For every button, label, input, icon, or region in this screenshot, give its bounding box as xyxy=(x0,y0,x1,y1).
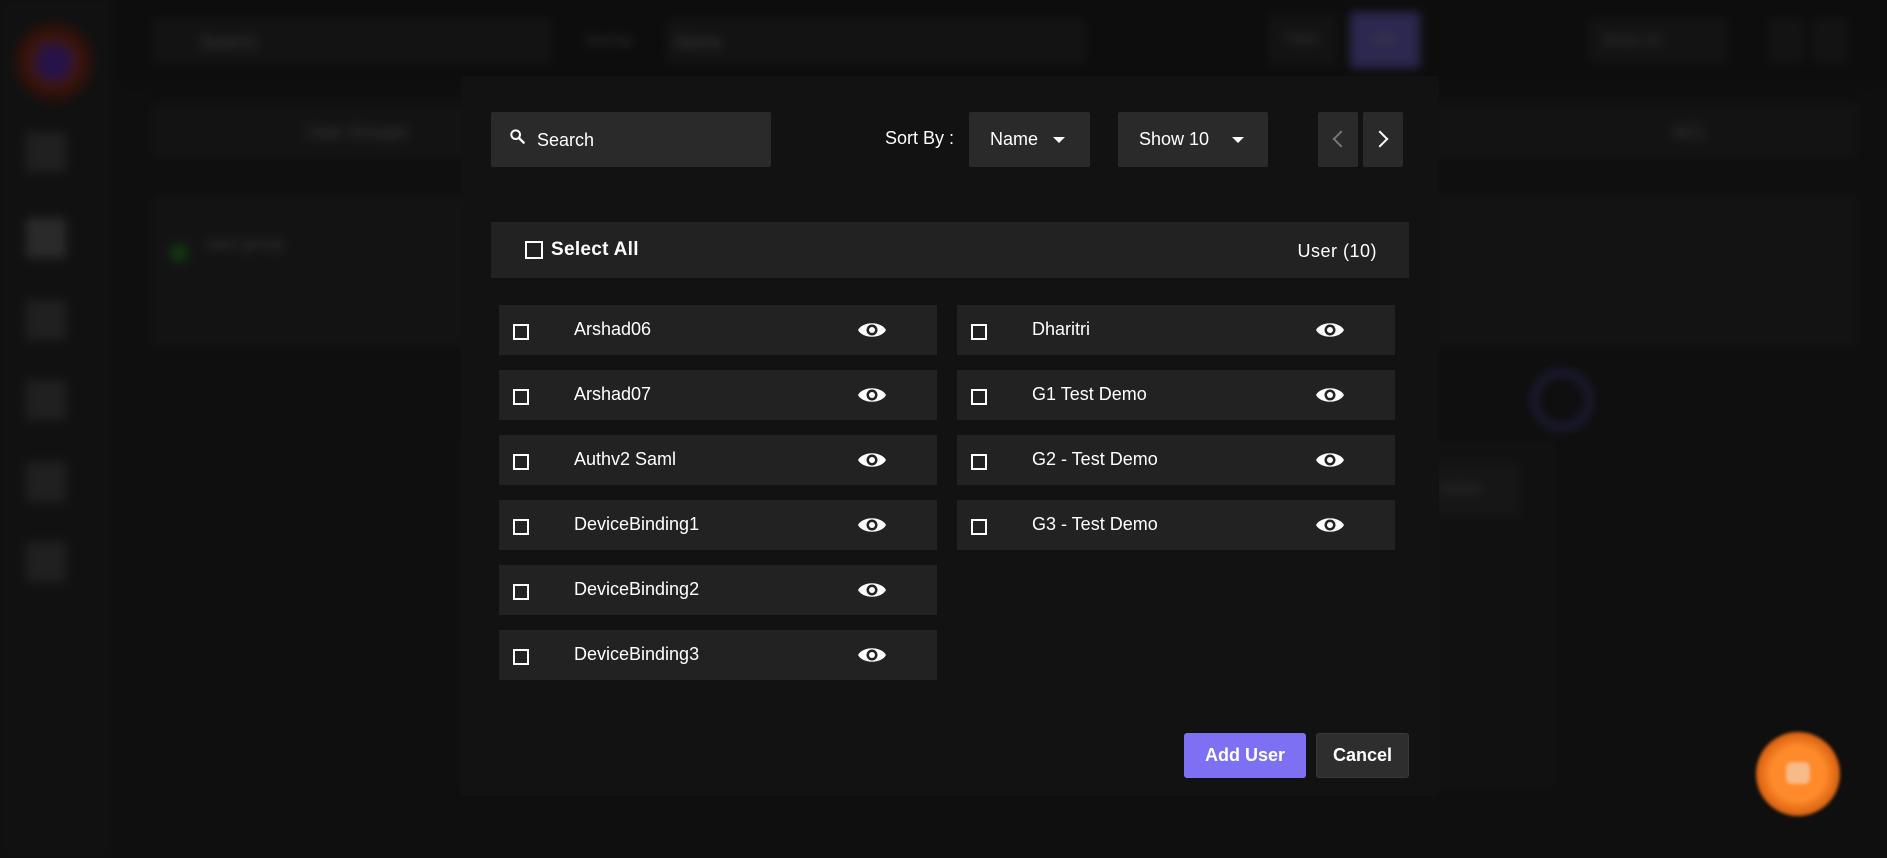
user-checkbox[interactable] xyxy=(971,324,987,340)
user-name: DeviceBinding2 xyxy=(574,579,700,599)
list-item[interactable]: Arshad06 xyxy=(499,305,937,355)
eye-icon[interactable] xyxy=(857,643,887,667)
list-item[interactable]: G3 - Test Demo xyxy=(957,500,1395,550)
user-checkbox[interactable] xyxy=(971,389,987,405)
search-input[interactable] xyxy=(535,112,759,169)
cancel-button[interactable]: Cancel xyxy=(1316,733,1409,778)
caret-down-icon xyxy=(1053,137,1065,143)
user-checkbox[interactable] xyxy=(971,454,987,470)
user-name: Arshad06 xyxy=(574,319,652,339)
list-item[interactable]: DeviceBinding2 xyxy=(499,565,937,615)
next-page-button[interactable] xyxy=(1363,112,1403,167)
eye-icon[interactable] xyxy=(857,383,887,407)
eye-icon[interactable] xyxy=(1315,383,1345,407)
add-user-button[interactable]: Add User xyxy=(1184,733,1306,778)
eye-icon[interactable] xyxy=(857,513,887,537)
chevron-right-icon xyxy=(1371,130,1389,148)
list-item[interactable]: G1 Test Demo xyxy=(957,370,1395,420)
user-checkbox[interactable] xyxy=(513,519,529,535)
user-count-label: User (10) xyxy=(1297,241,1377,261)
user-name: G1 Test Demo xyxy=(1032,384,1147,404)
help-chat-button[interactable] xyxy=(1756,732,1840,816)
user-name: G3 - Test Demo xyxy=(1032,514,1158,534)
select-all-checkbox[interactable] xyxy=(525,241,543,259)
eye-icon[interactable] xyxy=(1315,448,1345,472)
user-checkbox[interactable] xyxy=(513,454,529,470)
user-name: Dharitri xyxy=(1032,319,1091,339)
select-all-label: Select All xyxy=(551,239,639,260)
show-dropdown-value: Show 10 xyxy=(1139,129,1210,149)
user-checkbox[interactable] xyxy=(513,649,529,665)
user-checkbox[interactable] xyxy=(971,519,987,535)
search-icon xyxy=(510,129,525,144)
eye-icon[interactable] xyxy=(857,318,887,342)
user-name: DeviceBinding3 xyxy=(574,644,700,664)
user-name: Arshad07 xyxy=(574,384,652,404)
show-dropdown[interactable]: Show 10 xyxy=(1118,112,1268,167)
list-item[interactable]: Dharitri xyxy=(957,305,1395,355)
list-item[interactable]: DeviceBinding3 xyxy=(499,630,937,680)
sort-dropdown-value: Name xyxy=(990,129,1039,149)
user-name: G2 - Test Demo xyxy=(1032,449,1158,469)
user-checkbox[interactable] xyxy=(513,324,529,340)
user-name: DeviceBinding1 xyxy=(574,514,700,534)
user-checkbox[interactable] xyxy=(513,584,529,600)
list-item[interactable]: G2 - Test Demo xyxy=(957,435,1395,485)
sort-dropdown[interactable]: Name xyxy=(969,112,1090,167)
eye-icon[interactable] xyxy=(857,448,887,472)
eye-icon[interactable] xyxy=(1315,318,1345,342)
chat-icon xyxy=(1786,762,1810,784)
list-header: Select All User (10) xyxy=(491,222,1409,278)
add-user-modal: Sort By : Name Show 10 Select All User (… xyxy=(461,76,1439,796)
eye-icon[interactable] xyxy=(1315,513,1345,537)
list-item[interactable]: DeviceBinding1 xyxy=(499,500,937,550)
chevron-left-icon xyxy=(1332,130,1350,148)
user-checkbox[interactable] xyxy=(513,389,529,405)
list-item[interactable]: Authv2 Saml xyxy=(499,435,937,485)
user-name: Authv2 Saml xyxy=(574,449,677,469)
caret-down-icon xyxy=(1232,137,1244,143)
list-item[interactable]: Arshad07 xyxy=(499,370,937,420)
sort-by-label: Sort By : xyxy=(885,128,955,148)
eye-icon[interactable] xyxy=(857,578,887,602)
search-box xyxy=(491,112,771,169)
prev-page-button[interactable] xyxy=(1318,112,1358,167)
